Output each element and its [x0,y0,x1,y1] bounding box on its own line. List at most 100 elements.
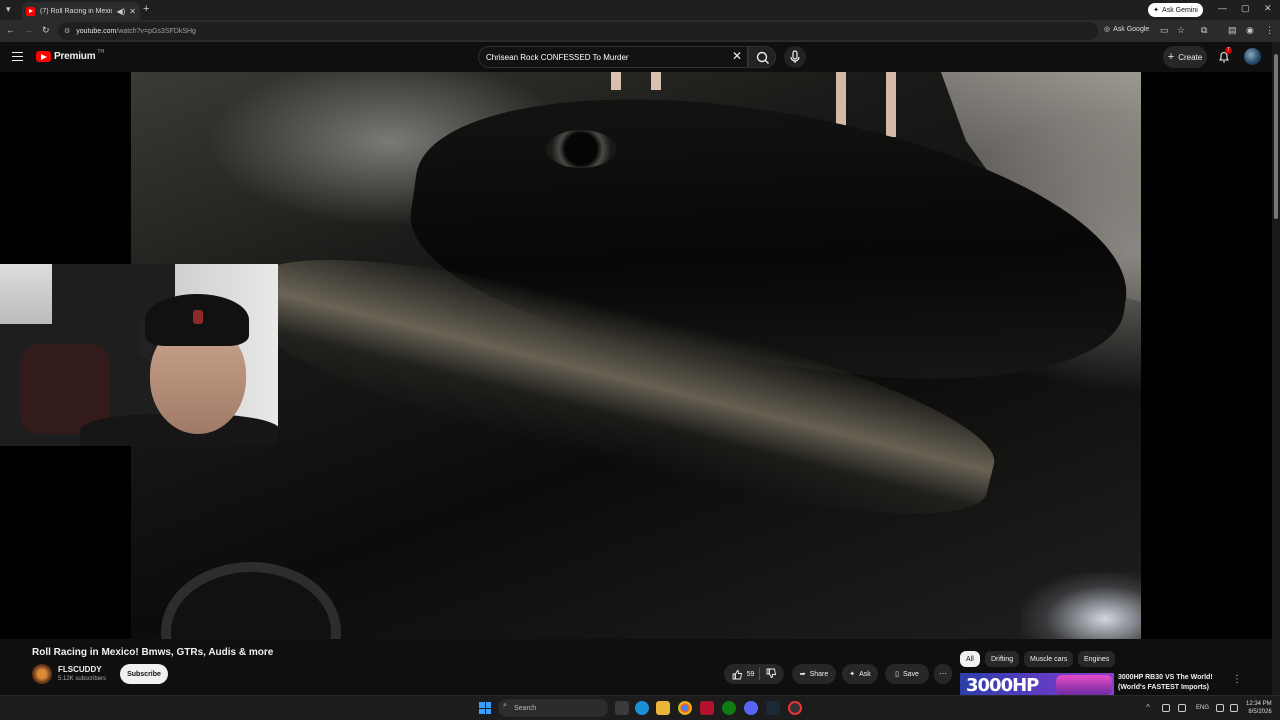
create-button[interactable]: + Create [1163,46,1207,68]
sidebar-icon[interactable]: ▤ [1228,25,1237,36]
file-explorer-icon[interactable] [656,701,670,715]
edge-icon[interactable] [635,701,649,715]
video-frame[interactable] [131,72,1141,639]
browser-tab[interactable]: (7) Roll Racing in Mexico! B ◀) ✕ [22,2,140,20]
sparkle-icon: ✦ [1153,7,1160,14]
ask-google-button[interactable]: ◎ Ask Google [1104,25,1150,34]
back-icon[interactable]: ← [6,25,15,35]
recommended-video-thumbnail[interactable]: 3000HP [960,673,1114,697]
minimize-icon[interactable]: — [1218,3,1227,13]
maximize-icon[interactable]: ▢ [1241,3,1250,14]
bookmark-star-icon[interactable]: ☆ [1177,25,1185,36]
hamburger-menu-icon[interactable] [12,52,23,61]
network-icon[interactable] [1216,704,1224,712]
channel-name[interactable]: FLSCUDDY [58,665,102,674]
taskbar-search-label: Search [514,704,537,712]
share-label: Share [809,670,829,678]
google-lens-icon: ◎ [1104,26,1111,33]
windows-start-icon[interactable] [479,702,491,714]
adobe-icon[interactable] [700,701,714,715]
video-player[interactable] [0,72,1272,639]
search-button[interactable] [748,46,776,68]
language-indicator[interactable]: ENG [1196,705,1209,711]
thumbnail-car-image [1056,675,1112,695]
volume-icon[interactable] [1230,704,1238,712]
webcam-cap-logo [193,310,203,324]
clock-date: 8/5/2026 [1248,709,1272,715]
youtube-premium-logo[interactable]: Premium TH [36,48,105,62]
reload-icon[interactable]: ↻ [42,25,50,36]
subscribe-button[interactable]: Subscribe [120,664,168,684]
like-button[interactable]: 59 [732,669,754,680]
video-title: Roll Racing in Mexico! Bmws, GTRs, Audis… [32,647,274,658]
cast-icon[interactable]: ▭ [1160,25,1169,36]
url-domain: youtube.com [76,27,117,35]
scrollbar-thumb[interactable] [1274,54,1278,219]
chip-drifting[interactable]: Drifting [985,651,1020,667]
search-icon: ⌕ [503,702,507,709]
dislike-button[interactable] [766,668,777,681]
xbox-icon[interactable] [722,701,736,715]
share-button[interactable]: ➦ Share [792,664,836,684]
profile-icon[interactable]: ◉ [1246,25,1254,36]
voice-search-button[interactable] [784,46,806,68]
ask-button[interactable]: ✦ Ask [842,664,878,684]
create-label: Create [1178,52,1203,62]
speaker-icon[interactable]: ◀) [116,7,125,16]
search-input[interactable]: Chrisean Rock CONFESSED To Murder [478,46,748,68]
steam-icon[interactable] [766,701,780,715]
search-query: Chrisean Rock CONFESSED To Murder [486,52,629,62]
tab-title: (7) Roll Racing in Mexico! B [40,7,113,15]
ask-google-label: Ask Google [1113,25,1150,33]
tray-mic-icon[interactable] [1178,704,1186,712]
youtube-header: Premium TH Chrisean Rock CONFESSED To Mu… [0,42,1272,72]
channel-avatar[interactable] [32,664,52,684]
logo-wordmark: Premium [54,51,96,62]
url-bar[interactable]: ⚙ youtube.com /watch?v=pGs3SFDkSHg [58,22,1098,40]
video-person-leg [836,72,846,127]
ask-label: Ask [859,670,871,678]
discord-icon[interactable] [744,701,758,715]
chip-muscle-cars[interactable]: Muscle cars [1024,651,1074,667]
extensions-icon[interactable]: ⧉ [1201,25,1207,36]
microphone-icon [790,50,800,63]
more-dots-icon: ⋯ [939,671,947,678]
chip-all[interactable]: All [960,651,980,667]
ask-gemini-button[interactable]: ✦ Ask Gemini [1148,3,1203,17]
clear-search-icon[interactable]: ✕ [732,50,742,62]
recommended-more-icon[interactable]: ⋮ [1232,674,1242,685]
region-code: TH [97,48,105,55]
chip-engines[interactable]: Engines [1078,651,1116,667]
window-close-icon[interactable]: ✕ [1264,3,1272,14]
tab-close-icon[interactable]: ✕ [129,7,136,16]
save-label: Save [902,670,919,678]
page-scrollbar[interactable] [1272,42,1280,700]
address-bar-row: ← → ↻ ⚙ youtube.com /watch?v=pGs3SFDkSHg… [0,20,1280,42]
clock[interactable]: 12:34 PM 8/5/2026 [1246,700,1272,716]
site-info-icon[interactable]: ⚙ [64,27,70,35]
task-view-icon[interactable] [615,701,629,715]
taskbar-search-input[interactable]: ⌕ Search [498,699,608,717]
save-button[interactable]: ▯ Save [885,664,929,684]
new-tab-icon[interactable]: + [143,3,149,15]
tab-list-icon[interactable]: ▾ [6,4,11,15]
video-person-leg [886,72,896,137]
menu-dots-icon[interactable]: ⋮ [1265,25,1274,36]
tray-app-icon[interactable] [1162,704,1170,712]
like-divider [759,668,760,680]
thumbnail-text: 3000HP [966,675,1039,696]
like-dislike-group: 59 [724,664,784,684]
account-avatar[interactable] [1244,48,1261,65]
forward-icon[interactable]: → [24,25,33,35]
video-person-leg [611,72,621,90]
notification-count-badge: 7 [1225,47,1232,54]
youtube-favicon-icon [26,6,35,16]
youtube-logo-icon [36,51,51,62]
webcam-background [0,264,52,324]
video-info-section: Roll Racing in Mexico! Bmws, GTRs, Audis… [0,639,1272,697]
obs-icon[interactable] [788,701,802,715]
tray-chevron-icon[interactable]: ^ [1146,703,1150,712]
recommended-video-title[interactable]: 3000HP RB30 VS The World! (World's FASTE… [1118,673,1238,693]
chrome-icon[interactable] [678,701,692,715]
more-actions-button[interactable]: ⋯ [934,664,952,684]
